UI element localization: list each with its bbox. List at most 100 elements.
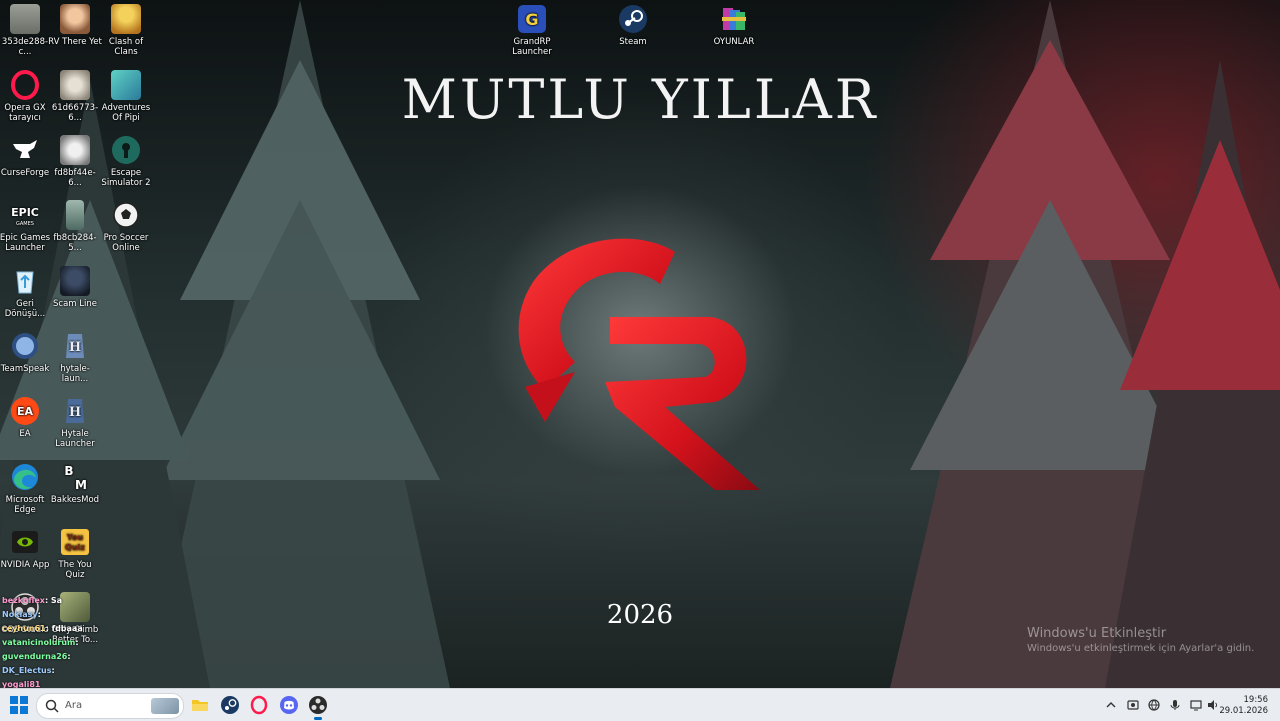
desktop-icon-61d66773[interactable]: 61d66773-6... xyxy=(48,66,102,123)
desktop-icon-opera-gx[interactable]: Opera GX tarayıcı xyxy=(0,66,52,123)
sync-icon[interactable] xyxy=(1127,699,1139,711)
chat-message: : xyxy=(67,652,71,661)
taskbar-opera-gx[interactable] xyxy=(249,695,269,715)
network-icon[interactable] xyxy=(1148,699,1160,711)
desktop-icon-nvidia-app[interactable]: NVIDIA App xyxy=(0,523,52,570)
chat-line: vatanicinolurum: xyxy=(2,636,83,650)
chat-line: guvendurna26: xyxy=(2,650,83,664)
epic-games-icon: EPIC GAMES xyxy=(10,200,40,230)
chat-line: Nokiasy: xyxy=(2,608,83,622)
taskbar-obs-studio[interactable] xyxy=(308,695,328,720)
chat-message: : xyxy=(51,666,55,675)
chat-message: : xyxy=(75,638,79,647)
desktop-icon-353de288[interactable]: 353de288-c... xyxy=(0,0,52,57)
svg-text:EPIC: EPIC xyxy=(11,206,39,219)
winrar-icon xyxy=(719,4,749,34)
gr-logo-icon xyxy=(518,238,760,490)
chat-username: vatanicinolurum xyxy=(2,638,76,647)
desktop-icon-oyunlar[interactable]: OYUNLAR xyxy=(707,0,761,47)
microphone-icon[interactable] xyxy=(1169,699,1181,711)
search-highlight-image xyxy=(151,698,179,714)
chat-username: DK_Electus xyxy=(2,666,52,675)
taskbar-search-input[interactable]: Ara xyxy=(36,693,184,719)
hytale-icon: H xyxy=(60,331,90,361)
steam-icon xyxy=(221,696,239,714)
desktop-icon-pro-soccer-online[interactable]: Pro Soccer Online xyxy=(99,196,153,253)
clash-barbarian-icon xyxy=(111,4,141,34)
image-file-icon xyxy=(10,4,40,34)
svg-text:You: You xyxy=(66,533,84,542)
desktop-icon-the-you-quiz[interactable]: You Quiz The You Quiz xyxy=(48,523,102,580)
chat-username: guvendurna26 xyxy=(2,652,68,661)
chevron-up-icon[interactable] xyxy=(1105,699,1117,711)
svg-text:H: H xyxy=(69,405,81,420)
game-icon xyxy=(111,70,141,100)
desktop-icon-fb8cb284[interactable]: fb8cb284-5... xyxy=(48,196,102,253)
windows-start-icon[interactable] xyxy=(10,696,28,714)
taskbar-file-explorer[interactable] xyxy=(190,695,210,715)
steam-icon xyxy=(618,4,648,34)
soccer-ball-icon xyxy=(111,200,141,230)
desktop-icon-scam-line[interactable]: Scam Line xyxy=(48,262,102,309)
opera-gx-icon xyxy=(10,70,40,100)
display-icon[interactable] xyxy=(1190,699,1202,711)
game-character-icon xyxy=(60,4,90,34)
desktop-icon-clash-of-clans[interactable]: Clash of Clans xyxy=(99,0,153,57)
desktop-icon-fd8bf44e[interactable]: fd8bf44e-6... xyxy=(48,131,102,188)
svg-text:G: G xyxy=(525,10,538,29)
desktop-icon-epic-games[interactable]: EPIC GAMES Epic Games Launcher xyxy=(0,196,52,253)
taskbar: Ara 19:56 29.01.2026 xyxy=(0,688,1280,721)
opera-gx-icon xyxy=(250,695,268,715)
activation-watermark-subtitle: Windows'u etkinleştirmek için Ayarlar'a … xyxy=(1027,643,1255,654)
activation-watermark-title: Windows'u Etkinleştir xyxy=(1027,626,1167,641)
chat-message: : xyxy=(37,610,41,619)
desktop-icon-escape-simulator-2[interactable]: Escape Simulator 2 xyxy=(99,131,153,188)
chat-username: bezkoflex xyxy=(2,596,45,605)
desktop-icon-ea[interactable]: EA EA xyxy=(0,392,52,439)
search-icon xyxy=(45,699,59,713)
desktop-icon-hytale-launcher-file[interactable]: H hytale-laun... xyxy=(48,327,102,384)
desktop-icon-recycle-bin[interactable]: Geri Dönüşü... xyxy=(0,262,52,319)
svg-text:EA: EA xyxy=(17,405,34,418)
teamspeak-icon xyxy=(10,331,40,361)
ea-icon: EA xyxy=(10,396,40,426)
svg-text:M: M xyxy=(75,478,87,492)
obs-icon xyxy=(309,696,327,714)
curseforge-icon xyxy=(10,135,40,165)
desktop-icon-adventures-of-pipi[interactable]: Adventures Of Pipi xyxy=(99,66,153,123)
folder-icon xyxy=(192,700,208,711)
desktop-icon-teamspeak[interactable]: TeamSpeak xyxy=(0,327,52,374)
desktop-icon-curseforge[interactable]: CurseForge xyxy=(0,131,52,178)
chat-line: DK_Electus: xyxy=(2,664,83,678)
desktop-icon-bakkesmod[interactable]: BM BakkesMod xyxy=(48,458,102,505)
image-file-icon xyxy=(66,200,84,230)
desktop-icon-hytale-launcher[interactable]: H Hytale Launcher xyxy=(48,392,102,449)
desktop-icon-steam[interactable]: Steam xyxy=(606,0,660,47)
image-file-icon xyxy=(60,135,90,165)
grandrp-icon: G xyxy=(517,4,547,34)
hytale-icon: H xyxy=(60,396,90,426)
taskbar-steam[interactable] xyxy=(220,695,240,715)
svg-text:H: H xyxy=(69,340,81,355)
taskbar-clock[interactable]: 19:56 29.01.2026 xyxy=(1208,695,1268,717)
game-icon xyxy=(60,266,90,296)
desktop-icon-rv-there-yet[interactable]: RV There Yet xyxy=(48,0,102,47)
clock-time: 19:56 xyxy=(1243,695,1269,705)
desktop-icon-grandrp[interactable]: G GrandRP Launcher xyxy=(505,0,559,57)
desktop-icon-microsoft-edge[interactable]: Microsoft Edge xyxy=(0,458,52,515)
nvidia-icon xyxy=(10,527,40,557)
search-placeholder: Ara xyxy=(65,700,83,711)
chat-username: Nokiasy xyxy=(2,610,38,619)
clock-date: 29.01.2026 xyxy=(1219,706,1268,716)
tree-right-outer-icon xyxy=(1105,60,1280,688)
taskbar-discord[interactable] xyxy=(279,695,299,715)
wallpaper-title: MUTLU YILLAR xyxy=(401,68,879,131)
svg-text:GAMES: GAMES xyxy=(16,221,34,227)
discord-icon xyxy=(280,696,298,714)
desktop-wallpaper: MUTLU YILLAR 2026 Windows'u Etkinleştir … xyxy=(0,0,1280,688)
chat-username: ceyhun61 xyxy=(2,624,46,633)
bakkesmod-icon: BM xyxy=(60,462,90,492)
chat-message: : fdbaaa xyxy=(45,624,83,633)
chat-line: bezkoflex: Sa xyxy=(2,594,83,608)
recycle-bin-icon xyxy=(10,266,40,296)
